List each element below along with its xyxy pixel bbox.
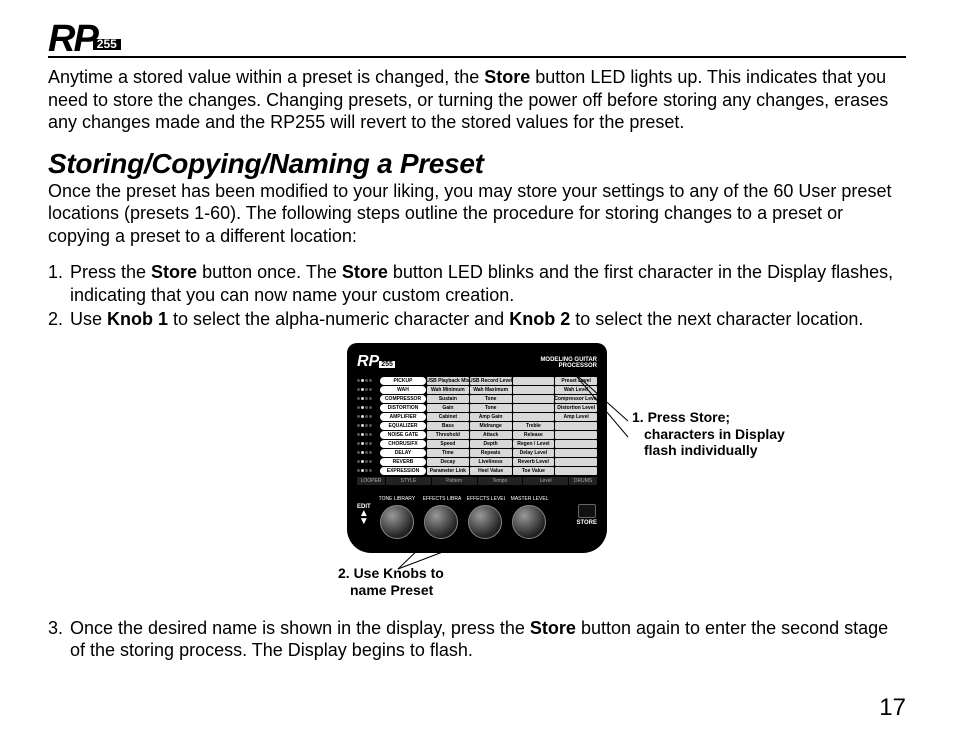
section-title: Storing/Copying/Naming a Preset xyxy=(48,148,906,180)
logo-main: RP xyxy=(48,24,97,54)
intro-text-1: Anytime a stored value within a preset i… xyxy=(48,67,484,87)
step-3: Once the desired name is shown in the di… xyxy=(48,617,906,662)
intro-store-bold: Store xyxy=(484,67,530,87)
page-number: 17 xyxy=(879,694,906,722)
callout-lines xyxy=(48,343,906,603)
logo-model-number: 255 xyxy=(93,39,121,51)
step-2: Use Knob 1 to select the alpha-numeric c… xyxy=(48,308,906,331)
logo: RP 255 xyxy=(48,24,121,54)
intro-paragraph: Anytime a stored value within a preset i… xyxy=(48,66,906,134)
page-header: RP 255 xyxy=(48,24,906,58)
diagram: RP255 MODELING GUITAR PROCESSOR PICKUPUS… xyxy=(48,343,906,603)
steps-list-cont: Once the desired name is shown in the di… xyxy=(48,617,906,662)
section-intro: Once the preset has been modified to you… xyxy=(48,180,906,248)
steps-list: Press the Store button once. The Store b… xyxy=(48,261,906,331)
step-1: Press the Store button once. The Store b… xyxy=(48,261,906,306)
